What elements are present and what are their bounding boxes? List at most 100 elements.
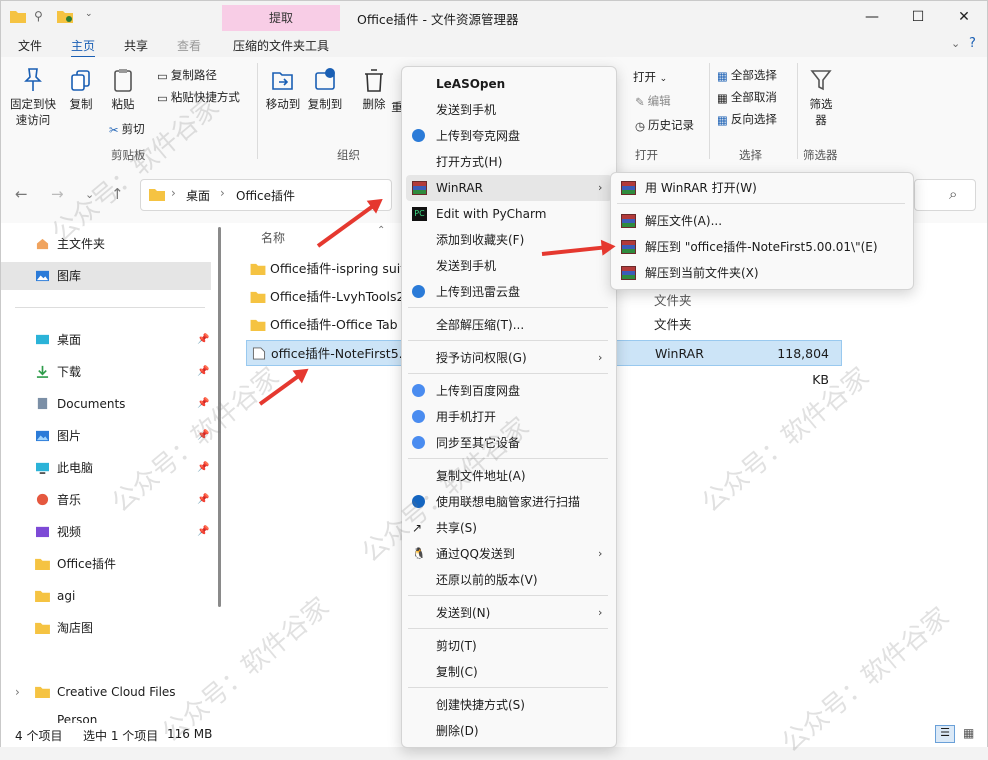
menu-item[interactable]: 创建快捷方式(S): [402, 692, 614, 718]
new-folder-icon[interactable]: [57, 9, 73, 23]
paste-button[interactable]: 粘贴: [105, 67, 141, 112]
menu-item[interactable]: 全部解压缩(T)...: [402, 312, 614, 338]
paste-icon: [114, 69, 132, 92]
tab-file[interactable]: 文件: [18, 37, 42, 54]
breadcrumb-desktop[interactable]: 桌面: [186, 187, 210, 204]
sidebar-item[interactable]: Creative Cloud Files Person ›: [1, 678, 211, 727]
copy-button[interactable]: 复制: [63, 67, 99, 112]
submenu-chevron-icon: ›: [598, 181, 603, 194]
column-header-name[interactable]: 名称: [261, 229, 285, 246]
cut-button[interactable]: ✂ 剪切: [109, 121, 145, 137]
close-button[interactable]: ✕: [941, 1, 987, 33]
baidu-icon: [412, 436, 425, 449]
sidebar-item-label: 主文件夹: [57, 237, 106, 251]
menu-item-label: 通过QQ发送到: [436, 547, 515, 561]
sidebar-item[interactable]: 主文件夹: [1, 230, 211, 258]
minimize-button[interactable]: —: [849, 1, 895, 33]
menu-item[interactable]: 发送到手机: [402, 253, 614, 279]
address-bar[interactable]: › 桌面 › Office插件: [140, 179, 392, 211]
menu-item[interactable]: 打开方式(H): [402, 149, 614, 175]
select-none-button[interactable]: ▦ 全部取消: [717, 89, 777, 105]
history-button[interactable]: ◷ 历史记录: [635, 117, 694, 133]
search-input[interactable]: ⌕: [914, 179, 976, 211]
menu-item[interactable]: 复制文件地址(A): [402, 463, 614, 489]
breadcrumb-office-plugins[interactable]: Office插件: [236, 187, 295, 204]
sidebar-item[interactable]: agi: [1, 582, 211, 610]
tab-view[interactable]: 查看: [177, 37, 201, 54]
edit-button[interactable]: ✎ 编辑: [635, 93, 671, 109]
select-all-button[interactable]: ▦ 全部选择: [717, 67, 777, 83]
menu-item[interactable]: 同步至其它设备: [402, 430, 614, 456]
sidebar-item[interactable]: 音乐 📌: [1, 486, 211, 514]
menu-item[interactable]: ↗ 共享(S): [402, 515, 614, 541]
sidebar-item[interactable]: Documents 📌: [1, 390, 211, 418]
sidebar-item[interactable]: 图片 📌: [1, 422, 211, 450]
menu-item[interactable]: 授予访问权限(G) ›: [402, 345, 614, 371]
submenu-item[interactable]: 解压到当前文件夹(X): [611, 260, 911, 286]
tab-share[interactable]: 共享: [124, 37, 148, 54]
open-dropdown-icon: ⌄: [659, 74, 668, 84]
menu-item[interactable]: 删除(D): [402, 718, 614, 744]
winrar-submenu: 用 WinRAR 打开(W) 解压文件(A)... 解压到 "office插件-No…: [610, 172, 914, 290]
menu-item[interactable]: 上传到迅雷云盘: [402, 279, 614, 305]
folder-icon: [35, 686, 50, 698]
sidebar-item[interactable]: 淘店图: [1, 614, 211, 642]
paste-shortcut-button[interactable]: ▭ 粘贴快捷方式: [157, 89, 240, 105]
menu-item[interactable]: WinRAR ›: [406, 175, 612, 201]
copy-to-button[interactable]: 复制到: [305, 67, 345, 112]
recent-dropdown-icon[interactable]: ⌄: [85, 188, 94, 201]
open-button[interactable]: 打开 ⌄: [633, 69, 667, 85]
menu-item[interactable]: PC Edit with PyCharm: [402, 201, 614, 227]
submenu-item[interactable]: 解压文件(A)...: [611, 208, 911, 234]
clipboard-group-label: 剪贴板: [111, 148, 146, 162]
quick-access-dropdown-icon[interactable]: ⌄: [85, 9, 93, 19]
delete-button[interactable]: 删除: [357, 67, 391, 112]
menu-item[interactable]: 发送到(N) ›: [402, 600, 614, 626]
tab-compressed-folder-tools[interactable]: 压缩的文件夹工具: [233, 37, 329, 54]
forward-icon[interactable]: →: [51, 185, 64, 203]
sidebar-item[interactable]: Office插件: [1, 550, 211, 578]
maximize-button[interactable]: ☐: [895, 1, 941, 33]
menu-item[interactable]: LeASOpen: [402, 71, 614, 97]
tab-home[interactable]: 主页: [71, 37, 96, 58]
sidebar-item-label: 桌面: [57, 333, 82, 347]
pin-quick-access-button[interactable]: 固定到快 速访问: [5, 67, 61, 128]
menu-item[interactable]: 使用联想电脑管家进行扫描: [402, 489, 614, 515]
menu-item[interactable]: 上传到百度网盘: [402, 378, 614, 404]
submenu-item[interactable]: 用 WinRAR 打开(W): [611, 175, 911, 201]
sidebar-item[interactable]: 桌面 📌: [1, 326, 211, 354]
menu-item[interactable]: 上传到夸克网盘: [402, 123, 614, 149]
back-icon[interactable]: ←: [15, 185, 28, 203]
menu-item-label: 剪切(T): [436, 639, 477, 653]
menu-item-label: 创建快捷方式(S): [436, 698, 525, 712]
sidebar-item[interactable]: 视频 📌: [1, 518, 211, 546]
invert-selection-button[interactable]: ▦ 反向选择: [717, 111, 777, 127]
menu-item[interactable]: 还原以前的版本(V): [402, 567, 614, 593]
sidebar-item[interactable]: 此电脑 📌: [1, 454, 211, 482]
sidebar-item-label: 淘店图: [57, 621, 94, 635]
sidebar-scrollbar[interactable]: [218, 227, 221, 607]
pin-icon: 📌: [197, 398, 210, 409]
collapse-ribbon-icon[interactable]: ⌄: [951, 37, 960, 50]
submenu-item[interactable]: 解压到 "office插件-NoteFirst5.00.01\"(E): [611, 234, 911, 260]
menu-item[interactable]: 🐧 通过QQ发送到 ›: [402, 541, 614, 567]
sidebar-item[interactable]: 下载 📌: [1, 358, 211, 386]
move-to-button[interactable]: 移动到: [263, 67, 303, 112]
up-icon[interactable]: ↑: [111, 185, 124, 203]
sidebar-item[interactable]: 图库: [1, 262, 211, 290]
filter-button[interactable]: 筛选 器: [803, 67, 839, 128]
details-view-icon[interactable]: ☰: [935, 725, 955, 743]
tiles-view-icon[interactable]: ▦: [963, 726, 974, 740]
menu-item[interactable]: 发送到手机: [402, 97, 614, 123]
copy-path-button[interactable]: ▭ 复制路径: [157, 67, 217, 83]
properties-icon[interactable]: ⚲: [34, 9, 50, 23]
menu-item-label: 发送到手机: [436, 259, 497, 273]
sidebar-item-label: Documents: [57, 397, 126, 411]
menu-item[interactable]: 用手机打开: [402, 404, 614, 430]
help-icon[interactable]: ?: [969, 36, 976, 51]
expand-chevron-icon[interactable]: ›: [15, 678, 20, 706]
context-tab-extract[interactable]: 提取: [222, 5, 340, 31]
menu-item-label: 发送到(N): [436, 606, 491, 620]
menu-item[interactable]: 剪切(T): [402, 633, 614, 659]
menu-item[interactable]: 复制(C): [402, 659, 614, 685]
